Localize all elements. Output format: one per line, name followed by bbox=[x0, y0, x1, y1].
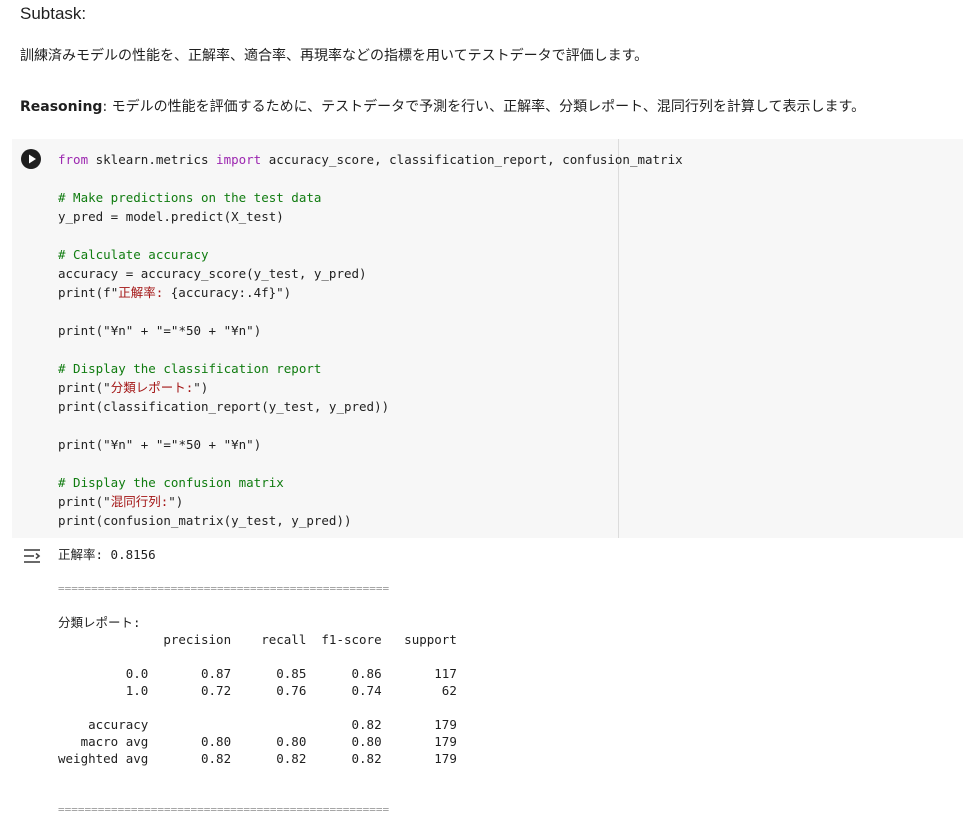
code-token: # Calculate accuracy bbox=[58, 247, 209, 262]
code-token: 分類レポート: bbox=[110, 380, 194, 395]
code-token: *50 + bbox=[178, 323, 224, 338]
code-token: "=" bbox=[155, 437, 179, 452]
code-token: + bbox=[133, 323, 156, 338]
output-line: 1.0 0.72 0.76 0.74 62 bbox=[58, 683, 457, 698]
code-line: print("¥n" + "="*50 + "¥n") bbox=[58, 321, 683, 340]
code-line: # Make predictions on the test data bbox=[58, 188, 683, 207]
code-token: print bbox=[58, 437, 96, 452]
subtask-heading: Subtask: bbox=[20, 4, 87, 23]
output-line: 0.0 0.87 0.85 0.86 117 bbox=[58, 666, 457, 681]
output-line: ========================================… bbox=[58, 803, 390, 816]
code-token: # Display the confusion matrix bbox=[58, 475, 284, 490]
output-line: 分類レポート: bbox=[58, 615, 141, 630]
code-token: # Display the classification report bbox=[58, 361, 322, 376]
code-token: print(" bbox=[58, 380, 111, 395]
code-line: # Calculate accuracy bbox=[58, 245, 683, 264]
code-line: accuracy = accuracy_score(y_test, y_pred… bbox=[58, 264, 683, 283]
code-token: "=" bbox=[155, 323, 179, 338]
code-token: import bbox=[216, 152, 262, 167]
code-line: from sklearn.metrics import accuracy_sco… bbox=[58, 150, 683, 169]
code-token: "¥n" bbox=[223, 437, 254, 452]
code-token: y_pred = model.predict(X_test) bbox=[58, 209, 284, 224]
code-line: print(classification_report(y_test, y_pr… bbox=[58, 397, 683, 416]
run-cell-button[interactable] bbox=[21, 149, 41, 169]
code-token: ") bbox=[276, 285, 292, 300]
code-token: print bbox=[58, 285, 96, 300]
code-token: ("¥n" bbox=[95, 323, 134, 338]
output-line: weighted avg 0.82 0.82 0.82 179 bbox=[58, 751, 457, 766]
code-line: print("分類レポート:") bbox=[58, 378, 683, 397]
reasoning-text: : モデルの性能を評価するために、テストデータで予測を行い、正解率、分類レポート… bbox=[102, 99, 866, 115]
code-token: # Make predictions on the test data bbox=[58, 190, 322, 205]
code-line: print(f"正解率: {accuracy:.4f}") bbox=[58, 283, 683, 302]
output-line: ========================================… bbox=[58, 582, 390, 595]
subtask-description: 訓練済みモデルの性能を、正解率、適合率、再現率などの指標を用いてテストデータで評… bbox=[20, 48, 649, 64]
output-toggle-icon[interactable] bbox=[22, 546, 44, 566]
code-token: "¥n" bbox=[223, 323, 254, 338]
code-token: accuracy = accuracy_score(y_test, y_pred… bbox=[58, 266, 367, 281]
cell-output: 正解率: 0.8156 ============================… bbox=[58, 546, 457, 818]
output-line: accuracy 0.82 179 bbox=[58, 717, 457, 732]
output-line: macro avg 0.80 0.80 0.80 179 bbox=[58, 734, 457, 749]
code-token: (f" bbox=[95, 285, 119, 300]
code-token: sklearn.metrics bbox=[88, 152, 217, 167]
code-token: accuracy_score, classification_report, c… bbox=[261, 152, 683, 167]
code-line: # Display the classification report bbox=[58, 359, 683, 378]
code-token: print(confusion_matrix(y_test, y_pred)) bbox=[58, 513, 352, 528]
code-token: ) bbox=[253, 323, 262, 338]
code-token: + bbox=[133, 437, 156, 452]
code-token: ") bbox=[168, 494, 184, 509]
code-line: # Display the confusion matrix bbox=[58, 473, 683, 492]
code-token: print(classification_report(y_test, y_pr… bbox=[58, 399, 390, 414]
reasoning-label: Reasoning bbox=[20, 99, 103, 115]
code-token: ("¥n" bbox=[95, 437, 134, 452]
code-token: print(" bbox=[58, 494, 111, 509]
code-token: ") bbox=[193, 380, 209, 395]
output-line: precision recall f1-score support bbox=[58, 632, 457, 647]
code-editor[interactable]: from sklearn.metrics import accuracy_sco… bbox=[58, 150, 683, 530]
code-line: print(confusion_matrix(y_test, y_pred)) bbox=[58, 511, 683, 530]
code-line: print("¥n" + "="*50 + "¥n") bbox=[58, 435, 683, 454]
code-token: from bbox=[58, 152, 89, 167]
play-icon bbox=[29, 154, 36, 164]
code-token: *50 + bbox=[178, 437, 224, 452]
output-line: 正解率: 0.8156 bbox=[58, 547, 156, 562]
reasoning-paragraph: Reasoning: モデルの性能を評価するために、テストデータで予測を行い、正… bbox=[20, 96, 865, 116]
code-token: {accuracy:.4f} bbox=[170, 285, 277, 300]
code-token: 正解率: bbox=[118, 285, 171, 300]
code-token: 混同行列: bbox=[110, 494, 169, 509]
code-token: print bbox=[58, 323, 96, 338]
code-line: print("混同行列:") bbox=[58, 492, 683, 511]
code-token: ) bbox=[253, 437, 262, 452]
code-line: y_pred = model.predict(X_test) bbox=[58, 207, 683, 226]
